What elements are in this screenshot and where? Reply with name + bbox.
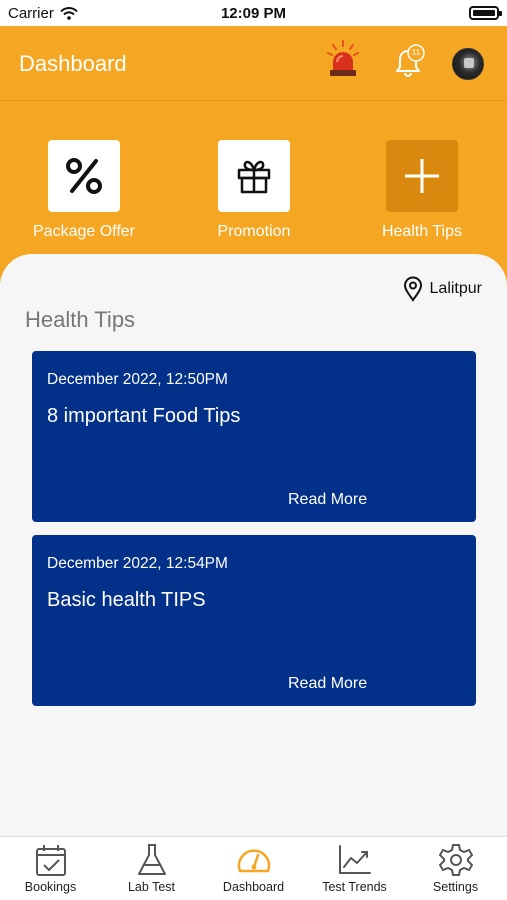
quick-action-label: Health Tips xyxy=(381,223,463,240)
percent-icon xyxy=(66,158,102,194)
section-title: Health Tips xyxy=(25,307,136,332)
health-tips-tile[interactable] xyxy=(386,140,458,212)
notification-count: 11 xyxy=(411,48,421,57)
quick-action-health-tips[interactable]: Health Tips xyxy=(347,140,497,241)
read-more-link[interactable]: Read More xyxy=(288,491,367,509)
quick-action-package-offer[interactable]: Package Offer xyxy=(9,140,159,241)
promotion-tile[interactable] xyxy=(218,140,290,212)
trend-chart-icon xyxy=(338,845,371,874)
tab-label: Bookings xyxy=(24,880,77,894)
location-label: Lalitpur xyxy=(429,280,482,297)
tip-title: 8 important Food Tips xyxy=(47,405,241,427)
location-selector[interactable]: Lalitpur xyxy=(402,276,482,302)
flask-icon xyxy=(137,844,166,875)
tab-dashboard[interactable]: Dashboard xyxy=(203,843,304,894)
battery-icon xyxy=(469,6,502,20)
alarm-siren-icon[interactable] xyxy=(326,40,360,78)
tab-label: Settings xyxy=(432,880,479,894)
location-pin-icon xyxy=(403,276,422,302)
avatar[interactable] xyxy=(452,48,484,80)
package-offer-tile[interactable] xyxy=(48,140,120,212)
tab-lab-test[interactable]: Lab Test xyxy=(101,843,202,894)
tip-title: Basic health TIPS xyxy=(47,589,206,611)
health-tip-card[interactable]: December 2022, 12:50PM 8 important Food … xyxy=(32,351,476,522)
plus-icon xyxy=(405,159,439,193)
tab-test-trends[interactable]: Test Trends xyxy=(304,843,405,894)
status-time: 12:09 PM xyxy=(220,5,287,22)
calendar-check-icon xyxy=(35,845,66,876)
read-more-link[interactable]: Read More xyxy=(288,675,367,693)
status-bar: Carrier 12:09 PM xyxy=(0,0,507,26)
tab-label: Lab Test xyxy=(127,880,176,894)
quick-action-label: Promotion xyxy=(217,223,291,240)
gauge-icon xyxy=(237,849,270,873)
quick-action-promotion[interactable]: Promotion xyxy=(179,140,329,241)
tab-bookings[interactable]: Bookings xyxy=(0,843,101,894)
bottom-tab-bar: Bookings Lab Test Dashboard Test Trends … xyxy=(0,836,507,900)
tab-label: Dashboard xyxy=(222,880,285,894)
tab-settings[interactable]: Settings xyxy=(405,843,506,894)
health-tip-card[interactable]: December 2022, 12:54PM Basic health TIPS… xyxy=(32,535,476,706)
gear-icon xyxy=(438,844,473,876)
gift-icon xyxy=(237,160,271,194)
tab-label: Test Trends xyxy=(322,880,387,894)
quick-action-label: Package Offer xyxy=(33,223,135,240)
header-divider xyxy=(0,100,507,101)
header: Dashboard 11 Package Offer Promotion Hea… xyxy=(0,26,507,282)
notification-bell-icon[interactable]: 11 xyxy=(391,43,427,84)
content-panel: Lalitpur Health Tips December 2022, 12:5… xyxy=(0,254,507,836)
tip-date: December 2022, 12:54PM xyxy=(47,555,228,572)
page-title: Dashboard xyxy=(19,51,127,76)
tip-date: December 2022, 12:50PM xyxy=(47,371,228,388)
